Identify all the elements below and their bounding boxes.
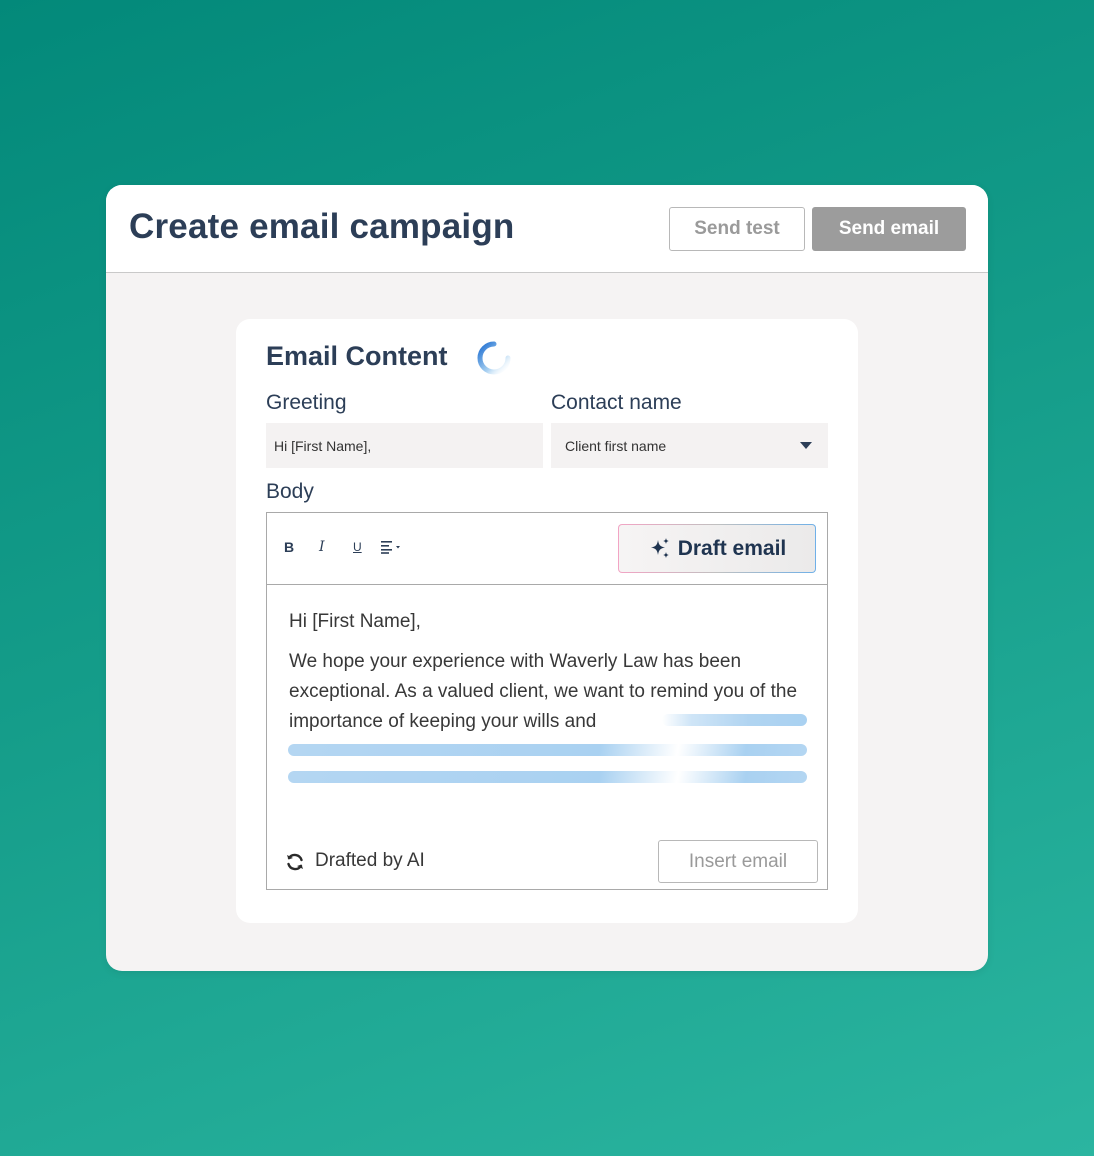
underline-button[interactable]: U bbox=[353, 540, 362, 554]
body-label: Body bbox=[266, 480, 314, 503]
loading-skeleton-line bbox=[288, 771, 807, 783]
loading-skeleton-line bbox=[288, 744, 807, 756]
editor-content[interactable]: Hi [First Name], We hope your experience… bbox=[267, 585, 827, 889]
card-title: Email Content bbox=[266, 341, 448, 371]
campaign-window: Create email campaign Send test Send ema… bbox=[106, 185, 988, 971]
align-icon[interactable] bbox=[381, 540, 405, 554]
body-editor[interactable]: B I U Draft email Hi [First Name], We ho… bbox=[266, 512, 828, 890]
bold-button[interactable]: B bbox=[284, 539, 294, 555]
contact-name-label: Contact name bbox=[551, 391, 682, 414]
sparkle-icon bbox=[650, 537, 669, 558]
chevron-down-icon bbox=[800, 442, 812, 449]
draft-email-label: Draft email bbox=[677, 536, 787, 560]
send-email-button[interactable]: Send email bbox=[812, 207, 966, 251]
editor-toolbar: B I U Draft email bbox=[267, 513, 827, 585]
email-greeting-text: Hi [First Name], bbox=[289, 611, 421, 632]
greeting-label: Greeting bbox=[266, 391, 347, 414]
send-test-button[interactable]: Send test bbox=[669, 207, 805, 251]
refresh-icon[interactable] bbox=[285, 852, 305, 872]
insert-email-button[interactable]: Insert email bbox=[658, 840, 818, 883]
greeting-input[interactable] bbox=[266, 423, 543, 468]
contact-name-select[interactable]: Client first name bbox=[551, 423, 828, 468]
email-content-card: Email Content Greeting Contact name Clie… bbox=[236, 319, 858, 923]
draft-email-button[interactable]: Draft email bbox=[618, 524, 816, 573]
spinner-icon bbox=[477, 341, 511, 375]
loading-skeleton-line bbox=[662, 714, 807, 726]
contact-name-value: Client first name bbox=[565, 437, 667, 454]
drafted-by-ai-label: Drafted by AI bbox=[315, 850, 425, 871]
window-header: Create email campaign Send test Send ema… bbox=[106, 185, 988, 273]
italic-button[interactable]: I bbox=[319, 539, 325, 555]
page-title: Create email campaign bbox=[129, 207, 515, 246]
editor-footer: Drafted by AI Insert email bbox=[267, 840, 827, 890]
